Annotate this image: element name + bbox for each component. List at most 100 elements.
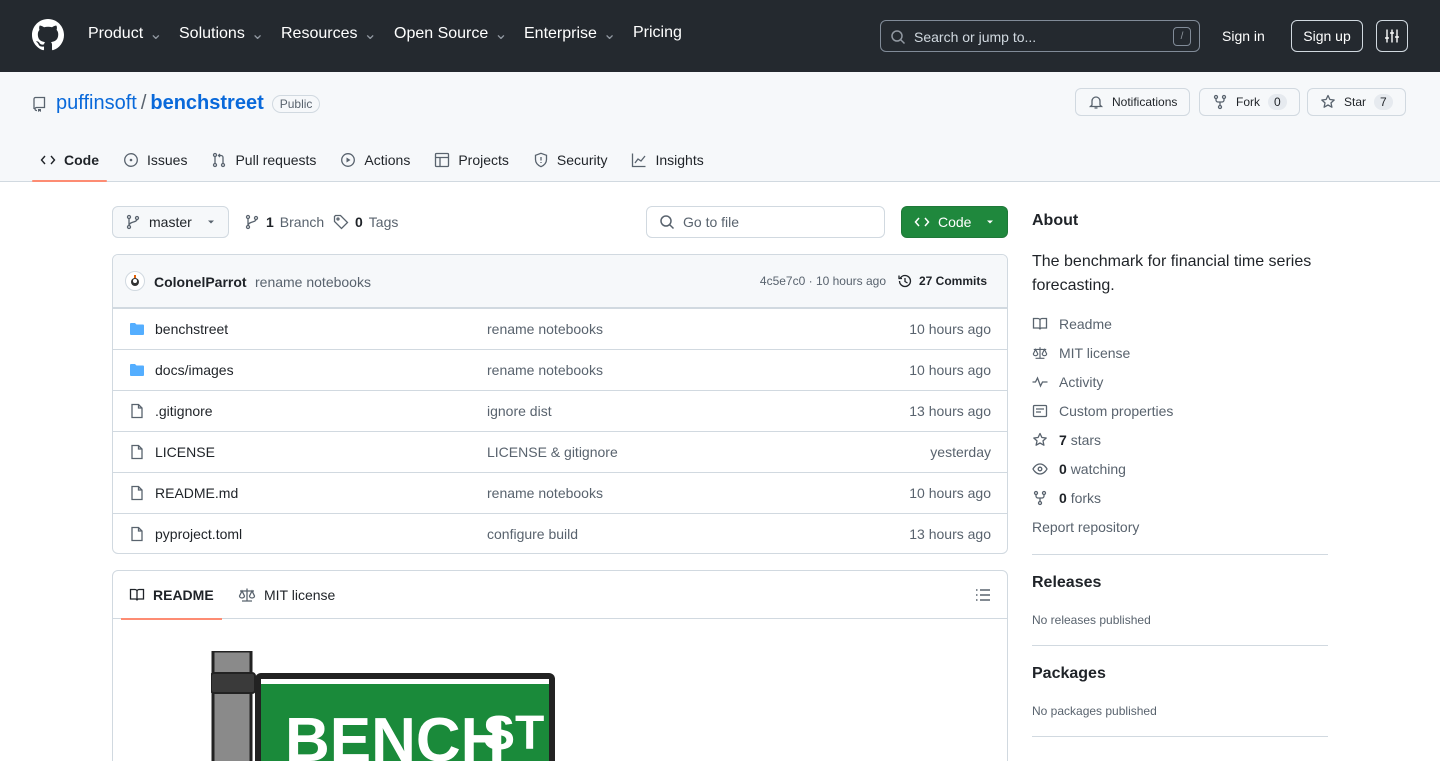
table-row[interactable]: benchstreet rename notebooks 10 hours ag… <box>113 308 1007 349</box>
nav-product[interactable]: Product ⌄ <box>88 24 163 44</box>
table-row[interactable]: docs/images rename notebooks 10 hours ag… <box>113 349 1007 390</box>
nav-open-source[interactable]: Open Source ⌄ <box>394 24 508 44</box>
tab-label: README <box>153 587 214 603</box>
fork-count: 0 <box>1268 94 1287 110</box>
nav-resources[interactable]: Resources ⌄ <box>281 24 377 44</box>
file-name[interactable]: benchstreet <box>155 321 228 337</box>
shield-icon <box>534 152 548 168</box>
table-row[interactable]: README.md rename notebooks 10 hours ago <box>113 472 1007 513</box>
packages-heading[interactable]: Packages <box>1032 665 1106 683</box>
nav-pricing[interactable]: Pricing <box>633 24 682 42</box>
table-row[interactable]: pyproject.toml configure build 13 hours … <box>113 513 1007 553</box>
tab-label: Insights <box>655 152 704 168</box>
code-dropdown-button[interactable]: Code <box>901 206 1008 238</box>
file-commit-message[interactable]: rename notebooks <box>487 485 603 501</box>
commit-author[interactable]: ColonelParrot <box>154 274 247 290</box>
commit-sha-time[interactable]: 4c5e7c0 · 10 hours ago <box>760 274 886 288</box>
readme-header: README MIT license <box>113 571 1007 620</box>
tab-label: MIT license <box>264 587 336 603</box>
activity-label: Activity <box>1059 374 1104 390</box>
activity-link[interactable]: Activity <box>1032 374 1103 390</box>
chevron-down-icon: ⌄ <box>602 26 617 43</box>
forks-link[interactable]: 0 forks <box>1032 490 1101 506</box>
file-commit-message[interactable]: configure build <box>487 526 578 542</box>
tab-code[interactable]: Code <box>32 138 107 182</box>
tab-pull-requests[interactable]: Pull requests <box>203 138 324 182</box>
forks-count: 0 <box>1059 490 1067 506</box>
law-icon <box>1032 345 1048 361</box>
tab-security[interactable]: Security <box>525 138 616 182</box>
file-name[interactable]: README.md <box>155 485 238 501</box>
tab-readme[interactable]: README <box>121 571 222 620</box>
about-heading: About <box>1032 212 1079 229</box>
tab-insights[interactable]: Insights <box>623 138 711 182</box>
file-commit-message[interactable]: LICENSE & gitignore <box>487 444 618 460</box>
repo-name-link[interactable]: benchstreet <box>150 92 263 115</box>
releases-heading[interactable]: Releases <box>1032 574 1101 592</box>
repo-icon <box>32 96 48 112</box>
nav-solutions[interactable]: Solutions ⌄ <box>179 24 264 44</box>
stars-link[interactable]: 7 stars <box>1032 432 1101 448</box>
file-commit-message[interactable]: rename notebooks <box>487 362 603 378</box>
repo-owner-link[interactable]: puffinsoft <box>56 92 137 115</box>
report-repository-link[interactable]: Report repository <box>1032 519 1139 535</box>
menu-button[interactable] <box>1376 20 1408 52</box>
branches-link[interactable]: 1 Branch <box>244 214 324 230</box>
custom-properties-link[interactable]: Custom properties <box>1032 403 1173 419</box>
tab-issues[interactable]: Issues <box>115 138 195 182</box>
file-icon <box>129 485 145 501</box>
issue-icon <box>124 153 138 167</box>
watchers-link[interactable]: 0 watching <box>1032 461 1126 477</box>
go-to-file-input[interactable]: Go to file <box>646 206 885 238</box>
tab-label: Code <box>64 152 99 168</box>
nav-enterprise[interactable]: Enterprise ⌄ <box>524 24 616 44</box>
releases-empty-text: No releases published <box>1032 613 1151 627</box>
folder-icon <box>129 362 145 378</box>
file-date: 10 hours ago <box>909 321 991 337</box>
file-commit-message[interactable]: ignore dist <box>487 403 552 419</box>
file-name[interactable]: LICENSE <box>155 444 215 460</box>
notifications-button[interactable]: Notifications <box>1075 88 1191 116</box>
book-icon <box>129 587 145 603</box>
list-icon[interactable] <box>975 587 991 603</box>
file-icon <box>129 444 145 460</box>
sign-up-button[interactable]: Sign up <box>1291 20 1363 52</box>
nav-label: Solutions <box>179 25 245 42</box>
tab-license[interactable]: MIT license <box>238 571 335 619</box>
tab-actions[interactable]: Actions <box>332 138 418 182</box>
star-icon <box>1032 432 1048 448</box>
tab-label: Actions <box>364 152 411 168</box>
commit-message[interactable]: rename notebooks <box>255 274 371 290</box>
tab-label: Projects <box>458 152 509 168</box>
file-name[interactable]: pyproject.toml <box>155 526 242 542</box>
readme-link[interactable]: Readme <box>1032 316 1112 332</box>
file-name[interactable]: .gitignore <box>155 403 213 419</box>
bell-icon <box>1088 94 1104 110</box>
file-name[interactable]: docs/images <box>155 362 234 378</box>
tags-count: 0 <box>355 214 363 230</box>
sign-in-link[interactable]: Sign in <box>1222 28 1265 44</box>
github-logo-icon[interactable] <box>32 19 64 51</box>
pull-request-icon <box>213 152 226 168</box>
divider <box>1032 736 1328 737</box>
watching-count: 0 <box>1059 461 1067 477</box>
search-input[interactable]: Search or jump to... / <box>880 20 1200 52</box>
license-link[interactable]: MIT license <box>1032 345 1130 361</box>
branches-count: 1 <box>266 214 274 230</box>
file-date: yesterday <box>930 444 991 460</box>
tags-label: Tags <box>368 214 399 230</box>
tags-link[interactable]: 0 Tags <box>333 214 398 230</box>
eye-icon <box>1032 461 1048 477</box>
commits-link[interactable]: 27 Commits <box>897 273 987 289</box>
table-row[interactable]: LICENSE LICENSE & gitignore yesterday <box>113 431 1007 472</box>
star-label: Star <box>1344 95 1367 109</box>
tab-projects[interactable]: Projects <box>426 138 517 182</box>
avatar[interactable] <box>125 271 145 291</box>
file-commit-message[interactable]: rename notebooks <box>487 321 603 337</box>
branch-selector[interactable]: master <box>112 206 229 238</box>
fork-button[interactable]: Fork 0 <box>1199 88 1300 116</box>
table-row[interactable]: .gitignore ignore dist 13 hours ago <box>113 390 1007 431</box>
star-button[interactable]: Star 7 <box>1307 88 1406 116</box>
chevron-down-icon: ⌄ <box>494 26 508 43</box>
caret-down-icon <box>985 217 995 227</box>
